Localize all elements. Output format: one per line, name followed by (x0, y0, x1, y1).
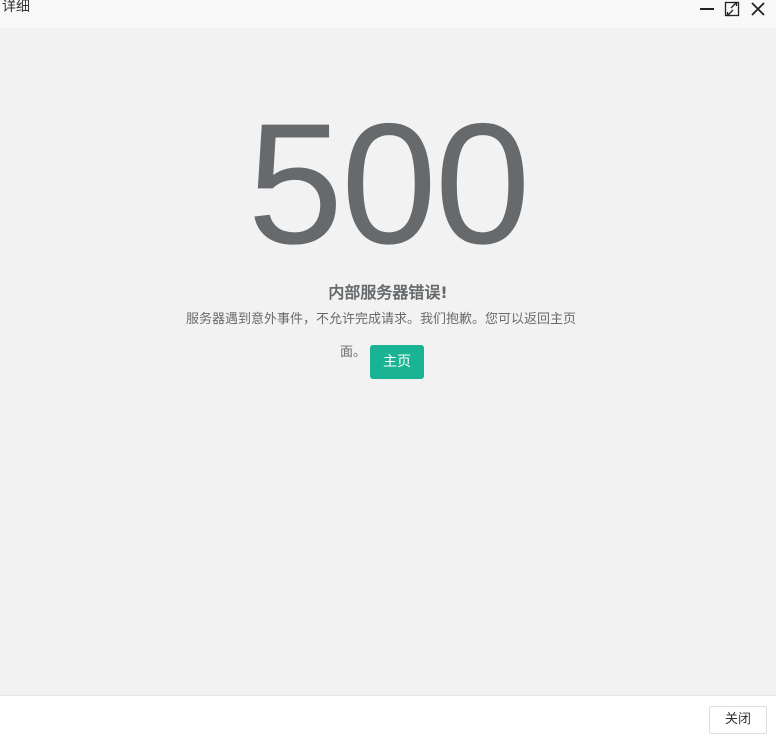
close-icon[interactable] (747, 0, 769, 18)
error-title: 内部服务器错误! (328, 283, 448, 302)
home-button[interactable]: 主页 (370, 345, 424, 379)
error-description-end: 面。 (340, 345, 367, 360)
dialog-footer: 关闭 (0, 695, 776, 735)
close-button[interactable]: 关闭 (709, 706, 767, 734)
error-description: 服务器遇到意外事件，不允许完成请求。我们抱歉。您可以返回主页 (186, 312, 577, 327)
error-code: 500 (247, 88, 531, 280)
minimize-icon[interactable] (696, 0, 718, 18)
maximize-icon[interactable] (721, 0, 743, 18)
title-bar: 详细 (0, 0, 776, 28)
error-page: 500 内部服务器错误! 服务器遇到意外事件，不允许完成请求。我们抱歉。您可以返… (0, 28, 776, 695)
window-title: 详细 (2, 0, 30, 15)
detail-dialog: 详细 500 内部服务器错误! 服务器遇到意外事件，不允许完成请求。我们抱歉。您… (0, 0, 776, 735)
